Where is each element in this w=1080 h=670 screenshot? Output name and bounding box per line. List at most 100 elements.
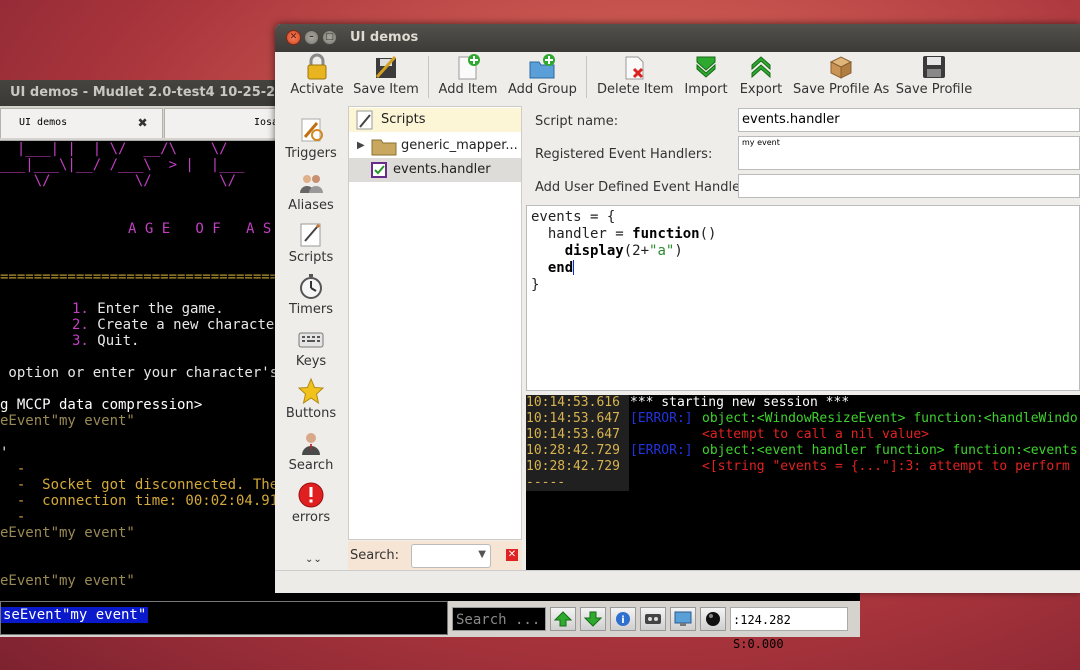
- save-item-icon: [375, 55, 397, 79]
- delete-item-icon: [625, 56, 644, 80]
- search-label: Search:: [350, 548, 400, 563]
- search-person-icon: [302, 433, 320, 455]
- import-button[interactable]: Import: [680, 52, 732, 102]
- tab-iosa[interactable]: Iosa: [164, 108, 284, 138]
- activate-button[interactable]: Activate: [287, 52, 347, 102]
- aliases-icon: [300, 175, 323, 193]
- checkbox-checked-icon[interactable]: [371, 162, 387, 182]
- sidebar-item-timers[interactable]: Timers: [275, 272, 347, 324]
- scroll-up-button[interactable]: [550, 607, 576, 631]
- screen-button[interactable]: [670, 607, 696, 631]
- log-message: <[string "events = {..."]:3: attempt to …: [702, 459, 1070, 474]
- log-button[interactable]: [640, 607, 666, 631]
- scripts-page-icon: [355, 110, 375, 132]
- console-line: - connection time: 00:02:04.913: [0, 493, 287, 509]
- add-handler-input[interactable]: [738, 174, 1080, 198]
- padlock-icon: [307, 53, 327, 80]
- script-name-label: Script name:: [535, 114, 619, 129]
- sidebar-item-scripts[interactable]: Scripts: [275, 220, 347, 272]
- editor-toolbar: Activate Save Item Add Item Add Group De…: [275, 52, 1080, 102]
- script-code-editor[interactable]: events = { handler = function() display(…: [526, 205, 1080, 391]
- error-tag: [ERROR:]: [630, 443, 693, 458]
- error-log-console[interactable]: 10:14:53.616 *** starting new session **…: [526, 395, 1080, 570]
- log-timestamp: 10:14:53.647: [526, 427, 620, 442]
- separator-rule: ===================================: [0, 269, 296, 285]
- toolbar-separator: [428, 56, 429, 98]
- folder-icon: [371, 136, 397, 158]
- export-icon: [751, 56, 771, 79]
- tree-item-generic-mapper[interactable]: ▶ generic_mapper...: [349, 134, 521, 158]
- tree-item-scripts-root[interactable]: Scripts: [349, 108, 521, 132]
- console-line: eEvent"my event": [0, 413, 135, 429]
- script-tree-view[interactable]: Scripts ▶ generic_mapper... events.handl…: [348, 106, 522, 540]
- triggers-icon: [301, 118, 323, 142]
- tree-search-combo[interactable]: ▼: [411, 544, 491, 568]
- emergency-stop-button[interactable]: [700, 607, 726, 631]
- code-line: }: [531, 277, 540, 293]
- log-timestamp: 10:28:42.729: [526, 443, 620, 458]
- tree-search-bar: Search: ▼ ✕: [348, 541, 522, 571]
- expand-arrow-icon[interactable]: ▶: [357, 134, 365, 158]
- log-timestamp: 10:14:53.616: [526, 395, 620, 410]
- sidebar-more-chevron-icon[interactable]: ⌄⌄: [305, 554, 322, 565]
- import-icon: [696, 56, 716, 78]
- console-line: g MCCP data compression>: [0, 397, 203, 413]
- command-text: seEvent"my event": [1, 607, 149, 623]
- stop-ball-icon: [706, 612, 720, 626]
- view-selector-sidebar: Triggers Aliases Scripts Timers Keys But…: [275, 106, 347, 570]
- console-line: option or enter your character's n: [0, 365, 296, 381]
- add-group-icon: [529, 54, 555, 79]
- sidebar-item-keys[interactable]: Keys: [275, 324, 347, 376]
- package-icon: [829, 56, 853, 79]
- save-profile-as-button[interactable]: Save Profile As: [793, 52, 889, 102]
- console-line: eEvent"my event": [0, 525, 135, 541]
- code-line: end: [531, 260, 575, 276]
- sidebar-item-search[interactable]: Search: [275, 428, 347, 480]
- sidebar-item-errors[interactable]: errors: [275, 480, 347, 532]
- info-button[interactable]: i: [610, 607, 636, 631]
- window-title: UI demos: [350, 30, 419, 45]
- command-line-input[interactable]: seEvent"my event": [0, 601, 448, 635]
- tab-ui-demos[interactable]: UI demos ✖: [0, 108, 163, 138]
- floppy-icon: [923, 56, 945, 78]
- code-line: events = {: [531, 209, 616, 225]
- log-message: object:<WindowResizeEvent> function:<han…: [702, 411, 1078, 426]
- save-profile-button[interactable]: Save Profile: [895, 52, 973, 102]
- log-timestamp: 10:14:53.647: [526, 411, 620, 426]
- star-icon: [297, 377, 325, 405]
- dropdown-arrow-icon[interactable]: ▼: [478, 549, 486, 560]
- scroll-down-button[interactable]: [580, 607, 606, 631]
- toolbar-separator: [586, 56, 587, 98]
- sidebar-item-triggers[interactable]: Triggers: [275, 116, 347, 168]
- delete-item-button[interactable]: Delete Item: [597, 52, 673, 102]
- ascii-art-line: ___|___\|__/ /___\ > | |___: [0, 157, 245, 173]
- registered-handlers-list[interactable]: my event: [738, 136, 1080, 170]
- tree-item-events-handler[interactable]: events.handler: [349, 158, 521, 182]
- editor-status-bar: [275, 570, 1080, 593]
- script-properties-form: Script name: events.handler Registered E…: [527, 106, 1080, 206]
- registered-handlers-label: Registered Event Handlers:: [535, 147, 713, 162]
- buffer-search-input[interactable]: Search ...: [452, 607, 546, 631]
- minimize-window-button[interactable]: –: [304, 30, 319, 45]
- clear-search-icon[interactable]: ✕: [506, 549, 518, 561]
- sidebar-item-aliases[interactable]: Aliases: [275, 168, 347, 220]
- log-message: object:<event handler function> function…: [702, 443, 1078, 458]
- scripts-icon: [300, 223, 321, 247]
- monitor-icon: [674, 611, 692, 626]
- close-window-button[interactable]: ✕: [286, 30, 301, 45]
- console-line: -: [0, 461, 26, 477]
- sidebar-item-buttons[interactable]: Buttons: [275, 376, 347, 428]
- add-group-button[interactable]: Add Group: [508, 52, 577, 102]
- save-item-button[interactable]: Save Item: [353, 52, 419, 102]
- close-tab-icon[interactable]: ✖: [138, 109, 148, 137]
- log-end-marker: -----: [526, 475, 566, 490]
- script-name-input[interactable]: events.handler: [738, 108, 1080, 132]
- green-up-arrow-icon: [554, 611, 572, 627]
- console-line: -: [0, 509, 26, 525]
- error-tag: [ERROR:]: [630, 411, 693, 426]
- add-item-button[interactable]: Add Item: [437, 52, 499, 102]
- maximize-window-button[interactable]: □: [322, 30, 337, 45]
- export-button[interactable]: Export: [737, 52, 785, 102]
- tape-icon: [645, 614, 661, 624]
- console-line: eEvent"my event": [0, 573, 135, 589]
